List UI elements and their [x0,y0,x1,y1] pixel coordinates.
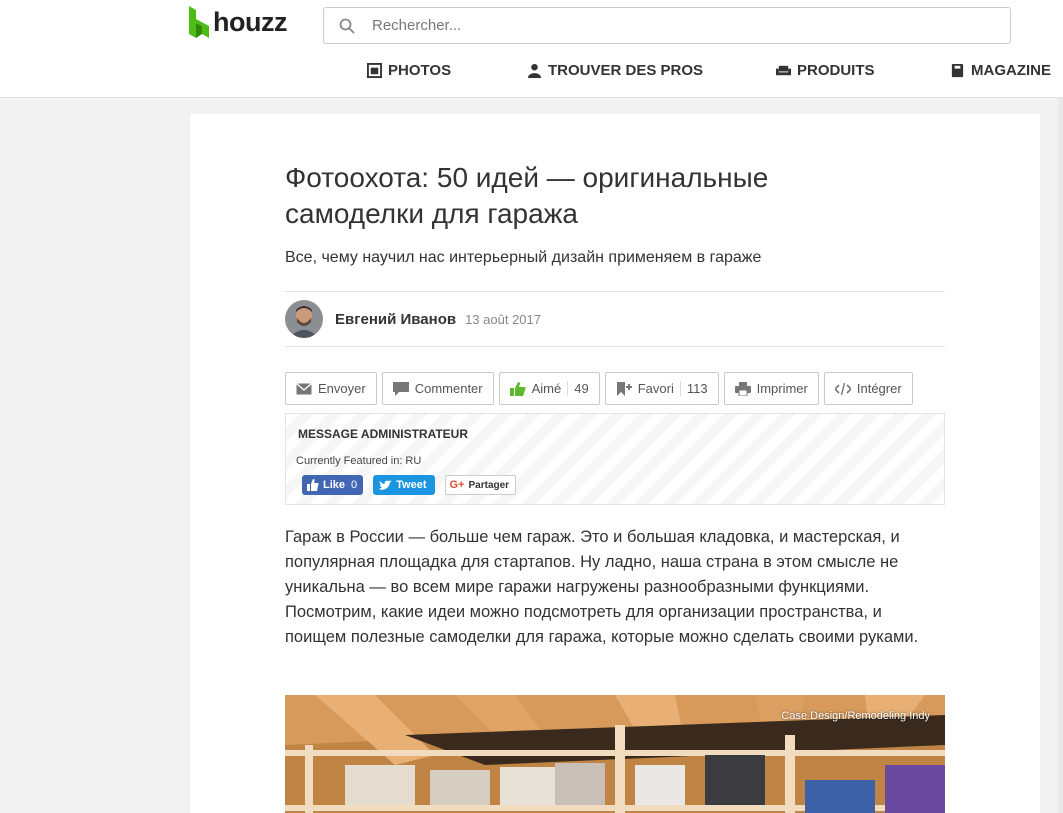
comment-button[interactable]: Commenter [381,372,494,405]
favorite-button[interactable]: Favori 113 [604,372,719,405]
like-label: Aimé [531,381,562,396]
admin-message-title: MESSAGE ADMINISTRATEUR [298,427,469,441]
printer-icon [734,381,751,396]
houzz-logo-icon [189,6,209,38]
nav-label: PRODUITS [797,62,875,79]
nav-label: MAGAZINE [971,62,1051,79]
like-button[interactable]: Aimé 49 [498,372,600,405]
logo-text: houzz [213,7,287,37]
print-button[interactable]: Imprimer [723,372,819,405]
google-plus-label: Partager [468,479,510,491]
tweet-button[interactable]: Tweet [373,475,435,495]
thumbs-up-icon [509,381,526,396]
author-bar: Евгений Иванов 13 août 2017 [285,291,945,347]
search-icon [339,18,355,34]
embed-button[interactable]: Intégrer [823,372,913,405]
action-bar: Envoyer Commenter Aimé 49 Favori 113 Imp… [285,372,913,405]
main-nav: PHOTOS TROUVER DES PROS PRODUITS MAGAZIN… [0,62,1063,86]
comment-label: Commenter [414,381,483,396]
nav-label: TROUVER DES PROS [548,62,704,79]
author-avatar[interactable] [285,300,323,338]
search-box[interactable] [323,7,1011,44]
featured-in-text: Currently Featured in: RU [296,455,422,467]
facebook-like-count: 0 [351,479,358,491]
article-card: Фотоохота: 50 идей — оригинальные самоде… [190,114,1040,813]
send-button[interactable]: Envoyer [285,372,377,405]
tweet-label: Tweet [396,479,427,491]
person-icon [527,63,542,78]
site-header: houzz PHOTOS TROUVER DES PROS [0,0,1063,98]
facebook-like-button[interactable]: Like 0 [302,475,364,495]
facebook-like-label: Like [323,479,346,491]
article-body: Гараж в России — больше чем гараж. Это и… [285,528,919,646]
page-scroll-edge [1058,98,1063,813]
nav-photos[interactable]: PHOTOS [367,62,451,79]
book-icon [951,63,964,78]
photo-credit: Case Design/Remodeling Indy [781,710,930,722]
author-name[interactable]: Евгений Иванов [335,311,456,328]
social-share-buttons: Like 0 Tweet G+ Partager [302,475,517,495]
send-label: Envoyer [318,381,366,396]
facebook-thumb-icon [307,479,319,491]
article-photo[interactable]: Case Design/Remodeling Indy [285,695,945,813]
sofa-icon [776,65,791,76]
envelope-icon [296,382,312,394]
search-input[interactable] [372,17,1010,34]
article-subtitle: Все, чему научил нас интерьерный дизайн … [285,249,762,266]
google-plus-icon: G+ [449,479,465,491]
nav-find-pros[interactable]: TROUVER DES PROS [527,62,703,79]
photos-icon [367,63,382,78]
nav-products[interactable]: PRODUITS [776,62,875,79]
houzz-logo[interactable]: houzz [189,6,287,38]
admin-message-box: MESSAGE ADMINISTRATEUR Currently Feature… [285,413,945,505]
twitter-bird-icon [379,479,393,490]
google-plus-share-button[interactable]: G+ Partager [444,475,517,495]
like-count: 49 [567,381,589,396]
bookmark-plus-icon [616,381,632,396]
avatar-photo [285,300,323,338]
embed-label: Intégrer [856,381,902,396]
nav-label: PHOTOS [388,62,452,79]
print-label: Imprimer [756,381,808,396]
comment-icon [392,381,409,396]
favorite-count: 113 [679,381,708,396]
favorite-label: Favori [637,381,674,396]
publish-date: 13 août 2017 [465,311,541,327]
nav-magazine[interactable]: MAGAZINE [950,62,1051,79]
code-icon [834,382,851,395]
article-title: Фотоохота: 50 идей — оригинальные самоде… [285,162,769,229]
